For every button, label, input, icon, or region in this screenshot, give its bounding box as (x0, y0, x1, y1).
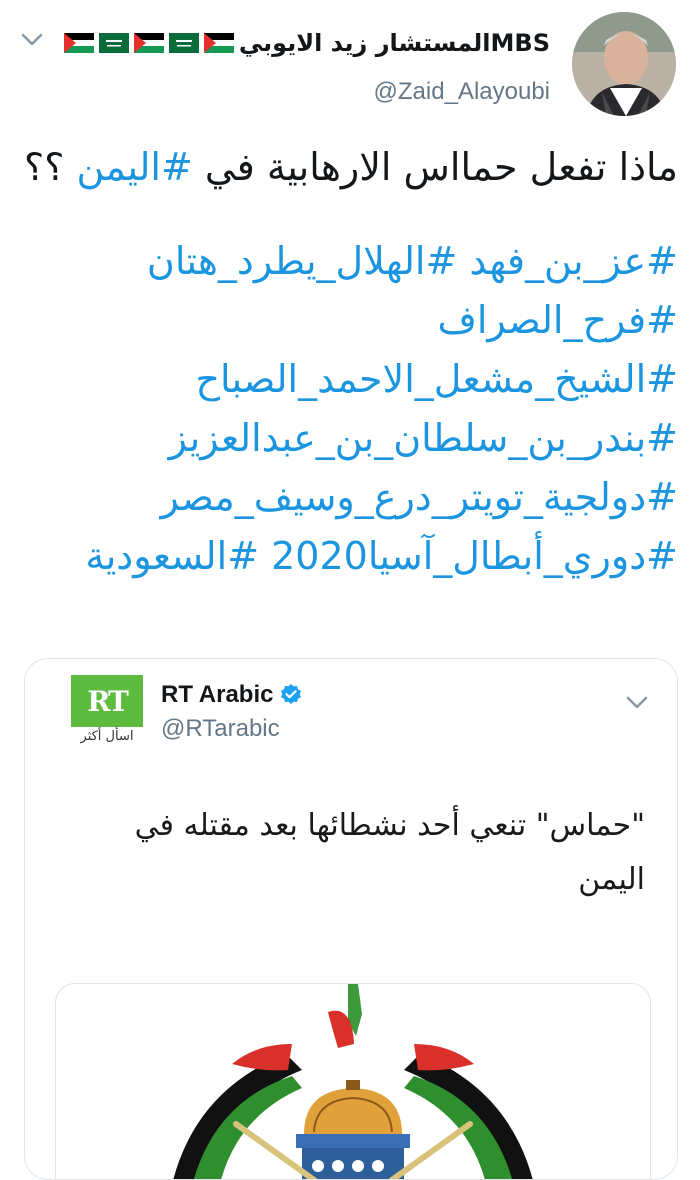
flag-icon (168, 33, 199, 53)
quoted-author-name-row[interactable]: RT Arabic (161, 681, 303, 709)
author-display-name[interactable]: المستشار زيد الايوبيMBS (239, 29, 550, 57)
author-avatar[interactable] (572, 12, 676, 116)
tweet-text-suffix: ؟؟ (24, 145, 65, 189)
verified-badge-icon (281, 684, 302, 704)
flag-icon (203, 33, 234, 53)
quoted-author-handle[interactable]: @RTarabic (161, 715, 280, 743)
tweet-header: المستشار زيد الايوبيMBS @Zaid_Alayoubi (0, 0, 700, 130)
hashtag-link[interactable]: #عز_بن_فهد #الهلال_يطرد_هتان (18, 232, 678, 291)
quoted-author-avatar[interactable]: RT اسأل أكثر (67, 669, 147, 749)
hashtag-link[interactable]: #دوري_أبطال_آسيا2020 #السعودية (18, 527, 678, 586)
hashtag-link[interactable]: #فرح_الصراف (18, 291, 678, 350)
chevron-down-icon[interactable] (20, 32, 44, 48)
quoted-author-name[interactable]: RT Arabic (161, 681, 273, 709)
hashtag-link[interactable]: #اليمن (76, 145, 192, 189)
hashtag-link[interactable]: #بندر_بن_سلطان_بن_عبدالعزيز (18, 409, 678, 468)
tweet-first-line: ماذا تفعل حمااس الارهابية في #اليمن ؟؟ (18, 140, 678, 194)
flag-icon (98, 33, 129, 53)
tweet-text-plain: ماذا تفعل حمااس الارهابية في (204, 145, 678, 189)
chevron-down-icon[interactable] (625, 695, 649, 711)
hashtag-list: #عز_بن_فهد #الهلال_يطرد_هتان #فرح_الصراف… (18, 232, 678, 586)
tweet-text: ماذا تفعل حمااس الارهابية في #اليمن ؟؟ #… (18, 140, 678, 586)
hashtag-link[interactable]: #الشيخ_مشعل_الاحمد_الصباح (18, 350, 678, 409)
author-handle[interactable]: @Zaid_Alayoubi (374, 78, 550, 106)
quoted-tweet-card[interactable]: RT اسأل أكثر RT Arabic @RTarabic "حماس" … (24, 658, 678, 1180)
author-name-row[interactable]: المستشار زيد الايوبيMBS (63, 26, 550, 60)
quoted-tweet-text: "حماس" تنعي أحد نشطائها بعد مقتله في الي… (134, 808, 645, 897)
rt-logo: RT (71, 675, 143, 727)
hamas-emblem-image (173, 984, 533, 1179)
flag-icon (133, 33, 164, 53)
quoted-media-image[interactable] (55, 983, 651, 1179)
rt-logo-tagline: اسأل أكثر (80, 729, 134, 744)
flag-icon (63, 33, 94, 53)
hashtag-link[interactable]: #دولجية_تويتر_درع_وسيف_مصر (18, 468, 679, 527)
